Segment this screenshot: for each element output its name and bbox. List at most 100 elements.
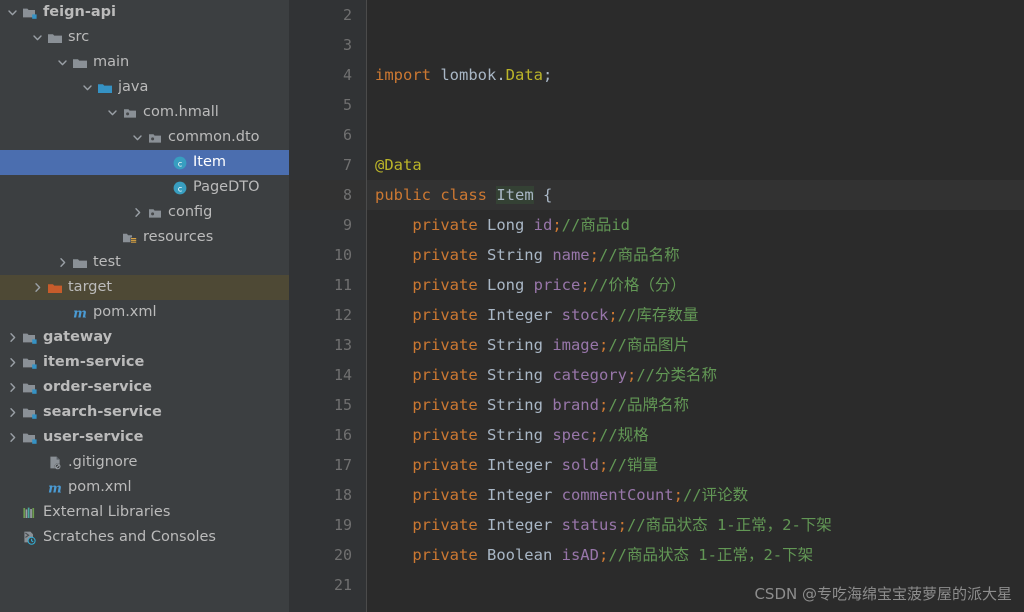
code-line[interactable]: private Integer stock;//库存数量: [367, 300, 1024, 330]
line-number[interactable]: 6: [289, 120, 366, 150]
code-line[interactable]: import lombok.Data;: [367, 60, 1024, 90]
line-number[interactable]: 10: [289, 240, 366, 270]
code-token: private: [375, 426, 487, 444]
line-number[interactable]: 7: [289, 150, 366, 180]
code-line[interactable]: [367, 90, 1024, 120]
tree-item-gitignore[interactable]: .gitignore: [0, 450, 289, 475]
code-line[interactable]: private String spec;//规格: [367, 420, 1024, 450]
editor-code-area[interactable]: import lombok.Data; @Data public class It…: [367, 0, 1024, 612]
line-number[interactable]: 19: [289, 510, 366, 540]
code-line[interactable]: private String category;//分类名称: [367, 360, 1024, 390]
chevron-right-icon[interactable]: [131, 206, 144, 219]
chevron-down-icon[interactable]: [81, 81, 94, 94]
line-number[interactable]: 15: [289, 390, 366, 420]
tree-item-target[interactable]: target: [0, 275, 289, 300]
code-token: private: [375, 546, 487, 564]
line-number[interactable]: 14: [289, 360, 366, 390]
tree-item-external-libraries[interactable]: External Libraries: [0, 500, 289, 525]
line-number[interactable]: 9: [289, 210, 366, 240]
code-token: image: [552, 336, 599, 354]
code-line[interactable]: private Integer status;//商品状态 1-正常，2-下架: [367, 510, 1024, 540]
code-line[interactable]: private String name;//商品名称: [367, 240, 1024, 270]
line-number[interactable]: 12: [289, 300, 366, 330]
chevron-down-icon[interactable]: [106, 106, 119, 119]
code-token: private: [375, 336, 487, 354]
code-token: status: [561, 516, 618, 534]
tree-item-config[interactable]: config: [0, 200, 289, 225]
line-number[interactable]: 4: [289, 60, 366, 90]
code-line[interactable]: [367, 120, 1024, 150]
chevron-right-icon[interactable]: [6, 331, 19, 344]
gitignore-file-icon: [47, 455, 63, 471]
line-number[interactable]: 21: [289, 570, 366, 600]
tree-item-java[interactable]: java: [0, 75, 289, 100]
tree-item-item[interactable]: c Item: [0, 150, 289, 175]
code-token: //商品状态 1-正常，2-下架: [626, 516, 832, 534]
code-line[interactable]: [367, 30, 1024, 60]
code-token: public class: [375, 186, 497, 204]
tree-item-com-hmall[interactable]: com.hmall: [0, 100, 289, 125]
tree-item-test[interactable]: test: [0, 250, 289, 275]
tree-item-pom-xml[interactable]: m pom.xml: [0, 300, 289, 325]
tree-item-resources[interactable]: resources: [0, 225, 289, 250]
code-token: //销量: [608, 456, 658, 474]
chevron-right-icon[interactable]: [6, 406, 19, 419]
tree-item-feign-api[interactable]: feign-api: [0, 0, 289, 25]
chevron-down-icon[interactable]: [131, 131, 144, 144]
code-line[interactable]: private Long price;//价格（分）: [367, 270, 1024, 300]
code-token: commentCount: [561, 486, 674, 504]
code-token: price: [533, 276, 581, 294]
tree-item-user-service[interactable]: user-service: [0, 425, 289, 450]
code-line[interactable]: private String brand;//品牌名称: [367, 390, 1024, 420]
code-line[interactable]: private Integer commentCount;//评论数: [367, 480, 1024, 510]
java-class-icon: c: [172, 155, 188, 171]
line-number[interactable]: 20: [289, 540, 366, 570]
line-number[interactable]: 2: [289, 0, 366, 30]
line-number[interactable]: 17: [289, 450, 366, 480]
line-number[interactable]: 18: [289, 480, 366, 510]
tree-item-label: gateway: [43, 329, 113, 345]
code-token: id: [533, 216, 553, 234]
chevron-right-icon[interactable]: [31, 281, 44, 294]
project-tree-panel[interactable]: feign-api src main java com.hmall common.dto c…: [0, 0, 289, 612]
tree-item-main[interactable]: main: [0, 50, 289, 75]
code-editor[interactable]: 2 3 4 5 6 7 8 9 10 11 12 13 14 15 16 17 18 19 20 21 import …: [289, 0, 1024, 612]
tree-item-scratches-and-consoles[interactable]: Scratches and Consoles: [0, 525, 289, 550]
code-line[interactable]: public class Item {: [367, 180, 1024, 210]
chevron-down-icon[interactable]: [56, 56, 69, 69]
tree-item-order-service[interactable]: order-service: [0, 375, 289, 400]
code-line[interactable]: [367, 0, 1024, 30]
chevron-right-icon[interactable]: [6, 356, 19, 369]
chevron-right-icon[interactable]: [6, 381, 19, 394]
line-number[interactable]: 11: [289, 270, 366, 300]
module-folder-icon: [22, 430, 38, 446]
chevron-down-icon[interactable]: [31, 31, 44, 44]
tree-item-pom-xml[interactable]: m pom.xml: [0, 475, 289, 500]
code-token: ;: [598, 336, 609, 354]
code-line[interactable]: private Boolean isAD;//商品状态 1-正常，2-下架: [367, 540, 1024, 570]
tree-item-src[interactable]: src: [0, 25, 289, 50]
code-token: {: [533, 186, 553, 204]
tree-item-search-service[interactable]: search-service: [0, 400, 289, 425]
code-line[interactable]: @Data: [367, 150, 1024, 180]
line-number[interactable]: 3: [289, 30, 366, 60]
editor-gutter[interactable]: 2 3 4 5 6 7 8 9 10 11 12 13 14 15 16 17 18 19 20 21: [289, 0, 367, 612]
code-line[interactable]: private Long id;//商品id: [367, 210, 1024, 240]
code-line[interactable]: private String image;//商品图片: [367, 330, 1024, 360]
line-number[interactable]: 5: [289, 90, 366, 120]
chevron-right-icon[interactable]: [6, 431, 19, 444]
line-number[interactable]: 13: [289, 330, 366, 360]
chevron-down-icon[interactable]: [6, 6, 19, 19]
line-number[interactable]: 16: [289, 420, 366, 450]
tree-item-gateway[interactable]: gateway: [0, 325, 289, 350]
tree-item-label: External Libraries: [43, 504, 171, 520]
chevron-right-icon[interactable]: [56, 256, 69, 269]
tree-item-pagedto[interactable]: c PageDTO: [0, 175, 289, 200]
code-token: private: [375, 486, 487, 504]
tree-item-item-service[interactable]: item-service: [0, 350, 289, 375]
tree-item-common-dto[interactable]: common.dto: [0, 125, 289, 150]
code-line[interactable]: private Integer sold;//销量: [367, 450, 1024, 480]
target-folder-icon: [47, 280, 63, 296]
line-number[interactable]: 8: [289, 180, 366, 210]
code-line[interactable]: [367, 570, 1024, 600]
